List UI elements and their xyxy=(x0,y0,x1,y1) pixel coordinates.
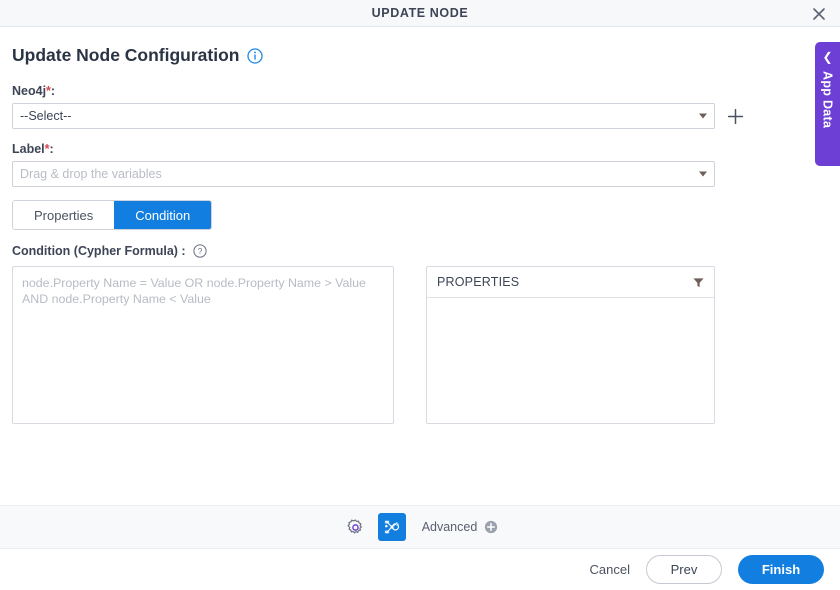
cancel-button[interactable]: Cancel xyxy=(590,562,630,577)
properties-panel-title: PROPERTIES xyxy=(437,275,520,289)
node-network-icon xyxy=(384,520,399,534)
label-select-placeholder: Drag & drop the variables xyxy=(20,167,162,181)
label-label-text: Label xyxy=(12,142,45,156)
svg-text:?: ? xyxy=(197,246,202,256)
tab-condition[interactable]: Condition xyxy=(114,201,212,229)
add-connection-button[interactable] xyxy=(725,106,745,126)
plus-icon xyxy=(727,108,743,124)
update-node-dialog: UPDATE NODE Update Node Configuration Ne… xyxy=(0,0,840,590)
chevron-down-icon xyxy=(699,113,707,119)
settings-button[interactable] xyxy=(342,513,370,541)
info-icon[interactable] xyxy=(247,47,264,64)
page-title-row: Update Node Configuration xyxy=(12,45,828,66)
condition-label: Condition (Cypher Formula) : xyxy=(12,244,186,258)
properties-panel-header: PROPERTIES xyxy=(427,267,714,298)
chevron-down-icon xyxy=(699,171,707,177)
node-network-button[interactable] xyxy=(377,513,406,541)
properties-panel-body[interactable] xyxy=(427,298,714,423)
app-data-side-tab[interactable]: ❮ App Data xyxy=(815,42,840,166)
question-circle-icon[interactable]: ? xyxy=(192,244,207,258)
chevron-left-icon: ❮ xyxy=(822,50,833,64)
advanced-toggle[interactable]: Advanced xyxy=(422,520,499,534)
dialog-actions: Cancel Prev Finish xyxy=(0,549,840,590)
app-data-label: App Data xyxy=(820,71,835,129)
label-field-row: Drag & drop the variables xyxy=(12,161,828,187)
footer-toolbar: Advanced xyxy=(0,505,840,549)
advanced-label: Advanced xyxy=(421,520,478,534)
plus-circle-icon[interactable] xyxy=(484,520,498,534)
neo4j-field-row: --Select-- xyxy=(12,103,828,129)
condition-label-row: Condition (Cypher Formula) : ? xyxy=(12,244,828,258)
close-icon-glyph xyxy=(813,8,825,20)
neo4j-select-value: --Select-- xyxy=(20,109,72,123)
neo4j-field-label: Neo4j*: xyxy=(12,84,828,98)
finish-button[interactable]: Finish xyxy=(738,555,824,584)
filter-icon[interactable] xyxy=(692,276,705,289)
condition-panels: node.Property Name = Value OR node.Prope… xyxy=(12,266,828,424)
config-tabs: Properties Condition xyxy=(12,200,213,230)
close-icon[interactable] xyxy=(808,3,830,25)
properties-panel: PROPERTIES xyxy=(426,266,715,424)
tab-properties[interactable]: Properties xyxy=(13,201,115,229)
neo4j-select[interactable]: --Select-- xyxy=(12,103,715,129)
dialog-title: UPDATE NODE xyxy=(371,6,469,20)
neo4j-label-text: Neo4j xyxy=(12,84,47,98)
label-select[interactable]: Drag & drop the variables xyxy=(12,161,715,187)
dialog-titlebar: UPDATE NODE xyxy=(0,0,840,27)
page-title: Update Node Configuration xyxy=(12,45,240,65)
gear-icon xyxy=(347,518,363,533)
neo4j-label-colon: : xyxy=(50,84,56,98)
cypher-formula-input[interactable]: node.Property Name = Value OR node.Prope… xyxy=(12,266,394,424)
dialog-body: Update Node Configuration Neo4j*: --Sele… xyxy=(0,27,840,505)
label-field-label: Label*: xyxy=(12,142,828,156)
label-label-colon: : xyxy=(49,142,54,156)
prev-button[interactable]: Prev xyxy=(646,555,722,584)
